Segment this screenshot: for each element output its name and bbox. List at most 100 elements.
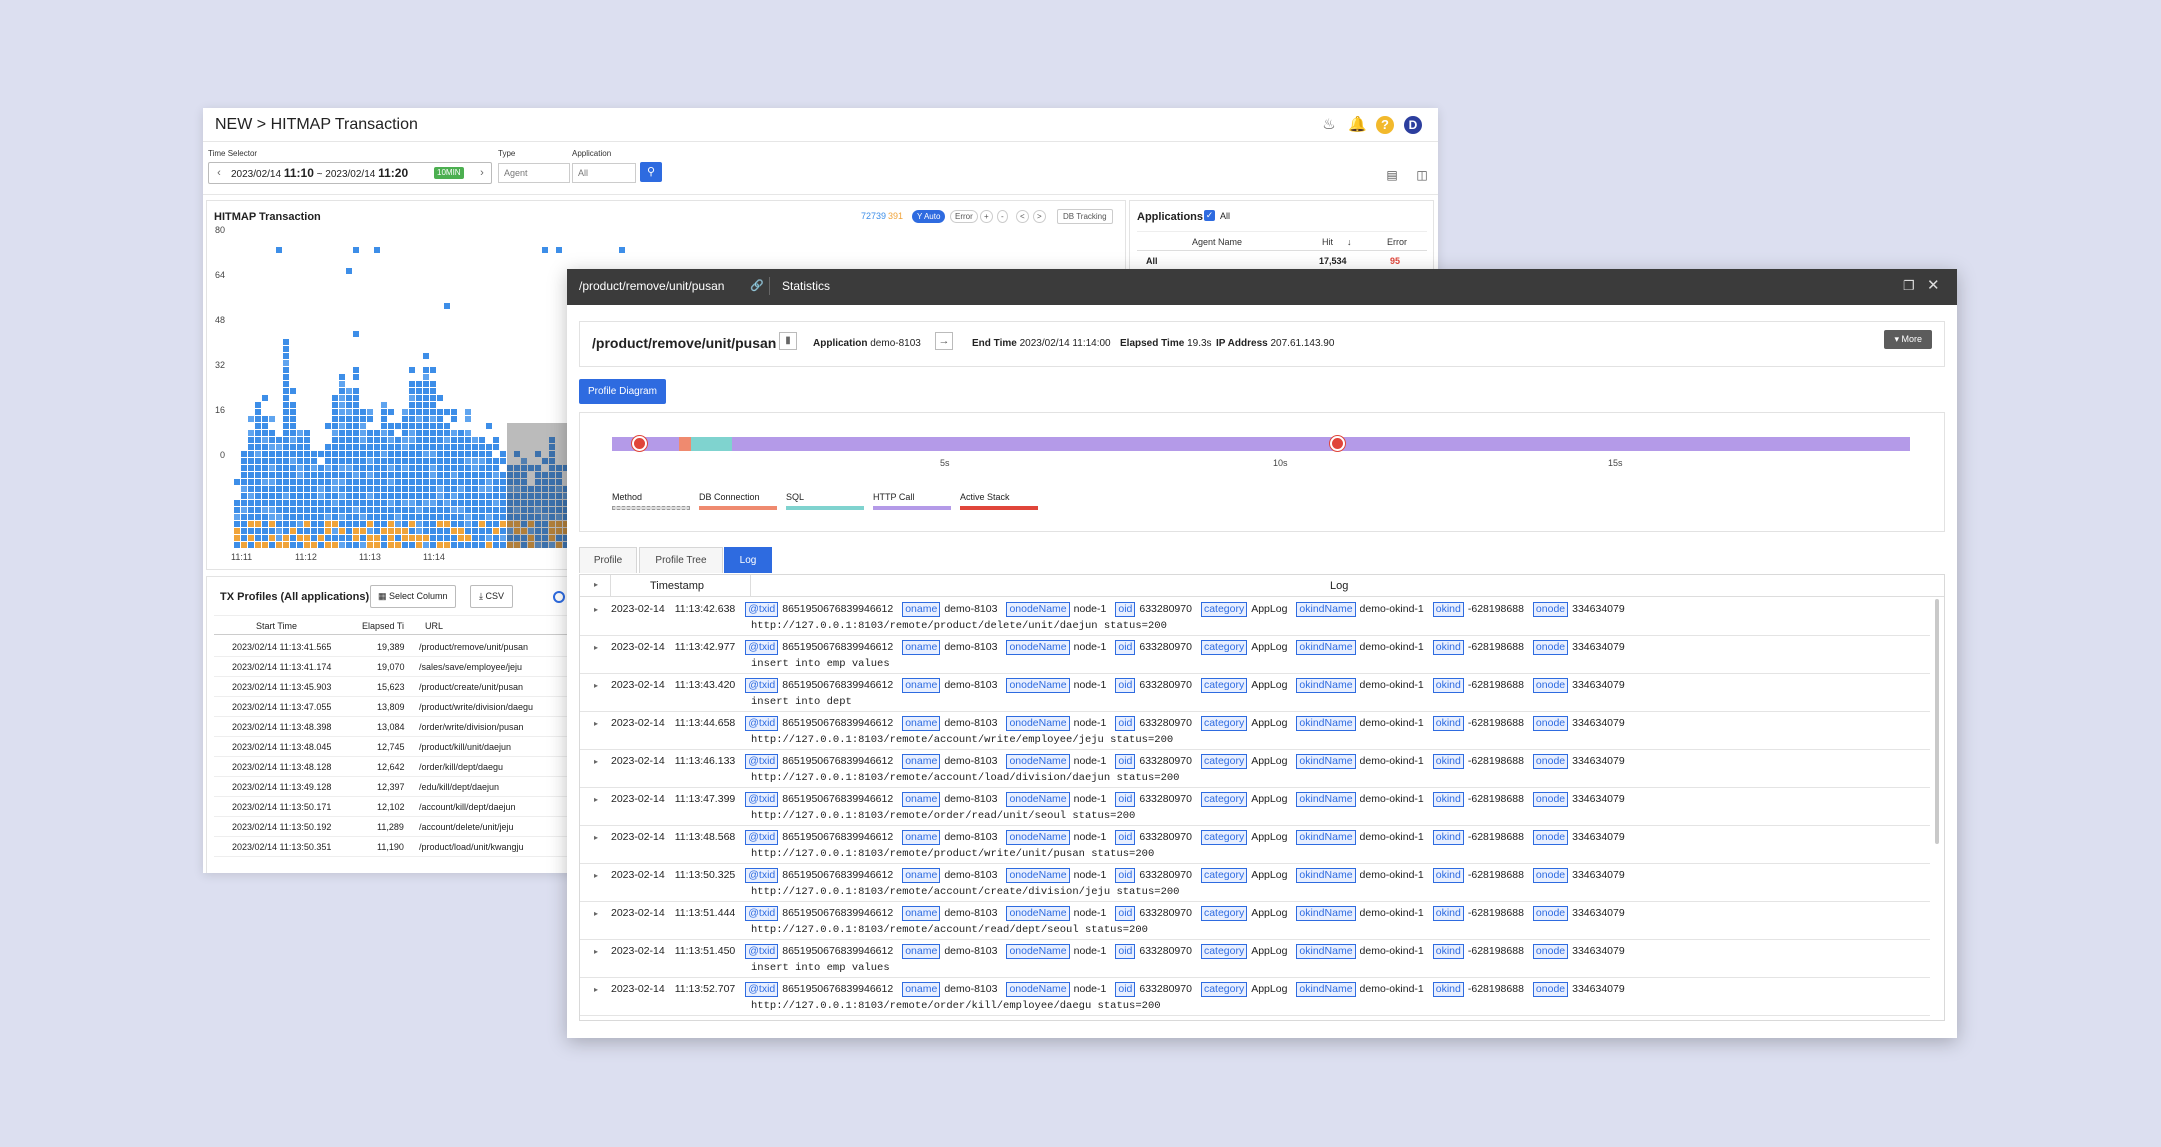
layout-split-icon[interactable]: ◫ (1413, 166, 1431, 184)
log-tag-okind[interactable]: okind (1432, 944, 1464, 959)
log-tag-onodename[interactable]: onodeName (1006, 602, 1070, 617)
log-row[interactable]: ▸ 2023-02-14 11:13:50.325 @txid 865195067683… (580, 864, 1930, 902)
close-icon[interactable]: ✕ (1927, 276, 1940, 294)
log-tag-oid[interactable]: oid (1115, 640, 1136, 655)
log-tag-onode[interactable]: onode (1532, 754, 1569, 769)
log-tag-oname[interactable]: oname (902, 944, 941, 959)
timeline-http-bar[interactable] (612, 437, 1910, 451)
log-tag-txid[interactable]: @txid (745, 906, 779, 921)
log-row[interactable]: ▸ 2023-02-14 11:13:42.638 @txid 865195067683… (580, 598, 1930, 636)
tab-profile[interactable]: Profile (579, 547, 637, 573)
log-tag-onode[interactable]: onode (1532, 830, 1569, 845)
log-row[interactable]: ▸ 2023-02-14 11:13:44.658 @txid 865195067683… (580, 712, 1930, 750)
zoom-out-icon[interactable]: - (997, 210, 1008, 223)
log-tag-okindname[interactable]: okindName (1296, 678, 1356, 693)
log-tag-okindname[interactable]: okindName (1296, 754, 1356, 769)
log-tag-okind[interactable]: okind (1432, 754, 1464, 769)
log-tag-category[interactable]: category (1200, 982, 1248, 997)
log-row[interactable]: ▸ 2023-02-14 11:13:51.450 @txid 865195067683… (580, 940, 1930, 978)
paint-bucket-icon[interactable]: ♨ (1320, 116, 1338, 134)
bell-icon[interactable]: 🔔 (1348, 116, 1367, 134)
log-row[interactable]: ▸ 2023-02-14 11:13:43.420 @txid 865195067683… (580, 674, 1930, 712)
expand-row-icon[interactable]: ▸ (594, 643, 598, 652)
csv-button[interactable]: ⤓ CSV (470, 585, 513, 608)
tx-table-row[interactable]: 2023/02/14 11:13:45.903 15,623/product/cr… (214, 677, 614, 697)
expand-row-icon[interactable]: ▸ (594, 757, 598, 766)
log-tag-category[interactable]: category (1200, 754, 1248, 769)
log-tag-onodename[interactable]: onodeName (1006, 982, 1070, 997)
expand-row-icon[interactable]: ▸ (594, 833, 598, 842)
y-auto-toggle[interactable]: Y Auto (912, 210, 946, 223)
tx-table-row[interactable]: 2023/02/14 11:13:50.351 11,190/product/lo… (214, 837, 614, 857)
log-tag-onode[interactable]: onode (1532, 678, 1569, 693)
log-tag-txid[interactable]: @txid (745, 792, 779, 807)
log-tag-onode[interactable]: onode (1532, 944, 1569, 959)
log-tag-oid[interactable]: oid (1115, 678, 1136, 693)
log-tag-onodename[interactable]: onodeName (1006, 716, 1070, 731)
log-row[interactable]: ▸ 2023-02-14 11:13:42.977 @txid 865195067683… (580, 636, 1930, 674)
log-tag-okind[interactable]: okind (1432, 602, 1464, 617)
log-tag-category[interactable]: category (1200, 602, 1248, 617)
tx-table-row[interactable]: 2023/02/14 11:13:48.128 12,642/order/kill… (214, 757, 614, 777)
error-toggle[interactable]: Error (950, 210, 978, 223)
log-tag-okindname[interactable]: okindName (1296, 982, 1356, 997)
log-tag-oid[interactable]: oid (1115, 716, 1136, 731)
log-tag-category[interactable]: category (1200, 868, 1248, 883)
log-tag-onode[interactable]: onode (1532, 640, 1569, 655)
expand-row-icon[interactable]: ▸ (594, 605, 598, 614)
log-tag-txid[interactable]: @txid (745, 678, 779, 693)
tab-profile-tree[interactable]: Profile Tree (639, 547, 723, 573)
log-tag-okind[interactable]: okind (1432, 716, 1464, 731)
log-tag-category[interactable]: category (1200, 640, 1248, 655)
chevron-right-icon[interactable]: > (1033, 210, 1046, 223)
log-tag-oname[interactable]: oname (902, 754, 941, 769)
chevron-left-icon[interactable]: < (1016, 210, 1029, 223)
log-tag-onode[interactable]: onode (1532, 602, 1569, 617)
tx-table-row[interactable]: 2023/02/14 11:13:41.565 19,389/product/re… (214, 637, 614, 657)
log-row[interactable]: ▸ 2023-02-14 11:13:48.568 @txid 865195067683… (580, 826, 1930, 864)
log-tag-oname[interactable]: oname (902, 906, 941, 921)
log-tag-oname[interactable]: oname (902, 678, 941, 693)
expand-row-icon[interactable]: ▸ (594, 719, 598, 728)
log-tag-okindname[interactable]: okindName (1296, 906, 1356, 921)
all-checkbox[interactable]: ✓ (1204, 210, 1215, 221)
log-tag-oid[interactable]: oid (1115, 868, 1136, 883)
expand-row-icon[interactable]: ▸ (594, 871, 598, 880)
log-tag-okindname[interactable]: okindName (1296, 944, 1356, 959)
log-tag-oid[interactable]: oid (1115, 792, 1136, 807)
log-row[interactable]: ▸ 2023-02-14 11:13:51.444 @txid 865195067683… (580, 902, 1930, 940)
log-tag-onodename[interactable]: onodeName (1006, 830, 1070, 845)
log-tag-oname[interactable]: oname (902, 830, 941, 845)
log-tag-txid[interactable]: @txid (745, 754, 779, 769)
layout-grid-icon[interactable]: ▤ (1383, 166, 1401, 184)
log-tag-onodename[interactable]: onodeName (1006, 678, 1070, 693)
log-tag-txid[interactable]: @txid (745, 868, 779, 883)
log-tag-okind[interactable]: okind (1432, 792, 1464, 807)
log-tag-onode[interactable]: onode (1532, 868, 1569, 883)
expand-all-icon[interactable]: ▸ (594, 580, 598, 589)
application-select[interactable]: All (572, 163, 636, 183)
search-button[interactable]: ⚲ (640, 162, 662, 182)
log-tag-txid[interactable]: @txid (745, 830, 779, 845)
arrow-right-icon[interactable]: → (935, 332, 953, 350)
log-tag-okindname[interactable]: okindName (1296, 716, 1356, 731)
log-tag-category[interactable]: category (1200, 906, 1248, 921)
log-tag-txid[interactable]: @txid (745, 982, 779, 997)
maximize-icon[interactable]: ❐ (1903, 278, 1915, 294)
log-row[interactable]: ▸ 2023-02-14 11:13:47.399 @txid 865195067683… (580, 788, 1930, 826)
expand-row-icon[interactable]: ▸ (594, 909, 598, 918)
log-tag-category[interactable]: category (1200, 830, 1248, 845)
log-tag-onodename[interactable]: onodeName (1006, 906, 1070, 921)
chart-icon[interactable]: ▮ (779, 332, 797, 350)
zoom-in-icon[interactable]: + (980, 210, 993, 223)
radio-icon[interactable] (553, 591, 565, 603)
type-select[interactable]: Agent (498, 163, 570, 183)
log-tag-onodename[interactable]: onodeName (1006, 640, 1070, 655)
log-tag-onodename[interactable]: onodeName (1006, 944, 1070, 959)
log-tag-okindname[interactable]: okindName (1296, 640, 1356, 655)
log-tag-onodename[interactable]: onodeName (1006, 754, 1070, 769)
statistics-link[interactable]: Statistics (782, 279, 830, 293)
log-tag-onodename[interactable]: onodeName (1006, 868, 1070, 883)
tx-table-row[interactable]: 2023/02/14 11:13:41.174 19,070/sales/save… (214, 657, 614, 677)
tx-table-row[interactable]: 2023/02/14 11:13:50.171 12,102/account/ki… (214, 797, 614, 817)
